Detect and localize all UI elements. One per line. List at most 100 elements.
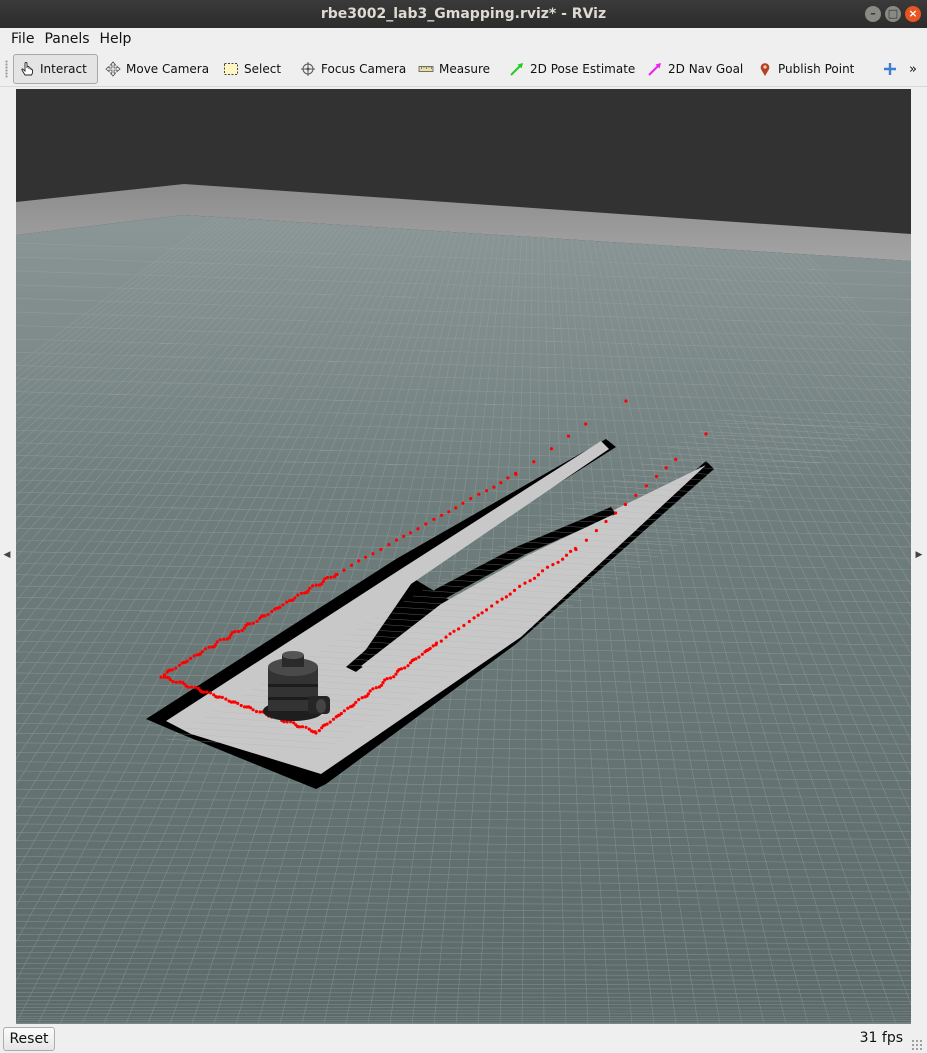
laser-point <box>233 630 237 634</box>
laser-point <box>278 605 282 609</box>
laser-point <box>300 725 305 729</box>
resize-grip[interactable] <box>911 1039 923 1051</box>
interact-tool[interactable]: Interact <box>13 54 98 84</box>
menu-bar: File Panels Help <box>0 28 927 50</box>
laser-point <box>440 513 444 517</box>
laser-point <box>490 604 494 608</box>
laser-point <box>192 654 196 658</box>
laser-point <box>174 666 178 670</box>
laser-point <box>185 659 189 663</box>
laser-point <box>371 687 375 691</box>
laser-point <box>414 657 418 661</box>
3d-scene <box>16 184 911 1024</box>
laser-point <box>349 563 354 567</box>
laser-point <box>409 531 413 535</box>
laser-point <box>467 619 471 624</box>
laser-point <box>328 720 332 724</box>
laser-point <box>205 690 209 694</box>
toolbar-overflow-button[interactable]: » <box>906 54 920 84</box>
laser-point <box>634 493 638 497</box>
laser-point <box>387 543 391 547</box>
laser-point <box>457 627 461 631</box>
menu-file[interactable]: File <box>6 31 39 47</box>
laser-point <box>584 422 588 426</box>
laser-point <box>406 664 410 668</box>
laser-point <box>584 538 589 542</box>
left-dock-arrow-icon[interactable]: ◀ <box>3 549 11 561</box>
laser-point <box>224 697 228 701</box>
laser-point <box>177 663 181 667</box>
select-tool[interactable]: Select <box>217 54 287 84</box>
title-bar: rbe3002_lab3_Gmapping.rviz* - RViz – □ × <box>0 0 927 28</box>
menu-panels[interactable]: Panels <box>39 31 94 47</box>
menu-help[interactable]: Help <box>95 31 137 47</box>
laser-point <box>704 432 708 436</box>
laser-point <box>417 655 421 659</box>
laser-point <box>472 616 476 620</box>
laser-point <box>304 725 308 729</box>
laser-point <box>306 589 310 593</box>
laser-point <box>477 492 481 496</box>
laser-point <box>251 621 255 625</box>
minimize-button[interactable]: – <box>865 6 881 22</box>
laser-point <box>342 568 346 572</box>
laser-point <box>325 575 330 580</box>
nav-goal-tool[interactable]: 2D Nav Goal <box>641 54 749 84</box>
interact-label: Interact <box>40 62 87 76</box>
laser-point <box>528 579 532 583</box>
laser-point <box>299 591 304 595</box>
laser-point <box>532 460 536 464</box>
laser-point <box>594 529 599 533</box>
measure-tool[interactable]: Measure <box>412 54 496 84</box>
laser-point <box>270 610 274 614</box>
laser-point <box>170 668 174 672</box>
laser-point <box>366 692 370 696</box>
laser-point <box>200 650 204 654</box>
laser-point <box>281 603 285 607</box>
laser-point <box>239 703 243 708</box>
laser-point <box>644 484 649 488</box>
close-button[interactable]: × <box>905 6 921 22</box>
laser-point <box>266 612 270 616</box>
laser-point <box>448 632 452 636</box>
laser-point <box>574 547 578 552</box>
laser-point <box>614 511 618 515</box>
laser-point <box>342 709 346 713</box>
laser-point <box>499 481 503 485</box>
laser-point <box>249 706 253 710</box>
laser-point <box>334 573 338 577</box>
laser-point <box>248 622 252 626</box>
toolbar-grip[interactable] <box>5 60 8 78</box>
laser-point <box>447 510 451 514</box>
publish-point-label: Publish Point <box>778 62 855 76</box>
laser-point <box>360 696 364 700</box>
laser-point <box>523 581 527 585</box>
laser-point <box>545 565 550 569</box>
publish-point-tool[interactable]: Publish Point <box>751 54 860 84</box>
reset-button[interactable]: Reset <box>3 1027 55 1051</box>
laser-point <box>469 496 473 501</box>
laser-point <box>374 686 378 690</box>
laser-point <box>566 434 571 438</box>
laser-point <box>402 534 406 538</box>
map-pin-icon <box>760 63 770 76</box>
focus-camera-label: Focus Camera <box>321 62 407 76</box>
maximize-button[interactable]: □ <box>885 6 901 22</box>
focus-camera-tool[interactable]: Focus Camera <box>294 54 412 84</box>
3d-viewport[interactable] <box>16 89 911 1024</box>
laser-point <box>506 476 510 480</box>
ruler-icon <box>418 66 434 72</box>
laser-point <box>215 640 219 644</box>
laser-point <box>654 474 659 479</box>
laser-point <box>492 485 496 489</box>
laser-point <box>308 586 312 590</box>
laser-point <box>561 557 565 561</box>
pose-estimate-tool[interactable]: 2D Pose Estimate <box>503 54 641 84</box>
plus-icon <box>884 63 896 75</box>
laser-point <box>624 399 628 403</box>
add-tool-button[interactable] <box>876 54 904 84</box>
right-dock-arrow-icon[interactable]: ▶ <box>915 549 923 561</box>
laser-point <box>604 519 608 524</box>
laser-point <box>325 722 329 726</box>
move-camera-tool[interactable]: Move Camera <box>99 54 215 84</box>
